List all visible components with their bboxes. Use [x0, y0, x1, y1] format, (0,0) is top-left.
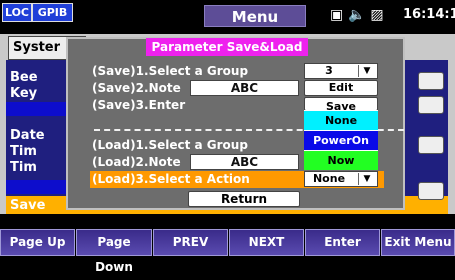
save-group-value: 3 [325, 64, 333, 77]
dialog-title: Parameter Save&Load [146, 38, 308, 56]
return-button[interactable]: Return [188, 191, 300, 207]
bg-open-button[interactable] [418, 136, 444, 154]
network-icon: ▨ [370, 7, 384, 23]
gpib-indicator: GPIB [32, 3, 73, 22]
loc-indicator: LOC [2, 3, 32, 22]
screen-title: Menu [204, 5, 306, 27]
bg-row [6, 102, 66, 116]
bg-label-time: Tim [10, 144, 37, 159]
status-icons: ▣ 🔈 ▨ [330, 5, 384, 25]
action-option-now[interactable]: Now [304, 151, 378, 170]
save-note-label: (Save)2.Note [92, 81, 181, 95]
prev-button[interactable]: PREV [153, 229, 228, 256]
bg-label-beep: Bee [10, 70, 38, 85]
save-enter-label: (Save)3.Enter [92, 98, 186, 112]
bg-label-key: Key [10, 86, 38, 101]
chevron-down-icon: ▼ [358, 173, 375, 185]
page-up-button[interactable]: Page Up [0, 229, 75, 256]
exit-menu-button[interactable]: Exit Menu [381, 229, 455, 256]
edit-button[interactable]: Edit [304, 80, 378, 96]
save-note-field[interactable]: ABC [190, 80, 299, 96]
bg-label-date: Date [10, 128, 45, 143]
save-group-label: (Save)1.Select a Group [92, 64, 249, 78]
load-note-field[interactable]: ABC [190, 154, 299, 170]
load-action-value: None [312, 172, 346, 185]
load-group-label: (Load)1.Select a Group [92, 138, 248, 152]
load-action-dropdown[interactable]: None ▼ [304, 171, 378, 187]
bg-label-time2: Tim [10, 160, 37, 175]
save-button[interactable]: Save [304, 97, 378, 111]
bg-open-button[interactable] [418, 72, 444, 90]
bg-row [6, 180, 66, 194]
load-note-label: (Load)2.Note [92, 155, 181, 169]
speaker-icon: 🔈 [348, 7, 366, 23]
page-down-button[interactable]: Page Down [76, 229, 152, 274]
action-option-poweron[interactable]: PowerOn [304, 131, 378, 150]
next-button[interactable]: NEXT [229, 229, 304, 256]
enter-button[interactable]: Enter [305, 229, 380, 256]
bg-open-button[interactable] [418, 96, 444, 114]
bg-label-save: Save [10, 198, 46, 213]
chevron-down-icon: ▼ [358, 65, 375, 77]
clock: 16:14:1 [403, 7, 455, 22]
save-group-dropdown[interactable]: 3 ▼ [304, 63, 378, 79]
bg-open-button[interactable] [418, 182, 444, 200]
load-action-label: (Load)3.Select a Action [92, 172, 250, 186]
action-option-none[interactable]: None [304, 111, 378, 130]
card-icon: ▣ [330, 7, 344, 23]
